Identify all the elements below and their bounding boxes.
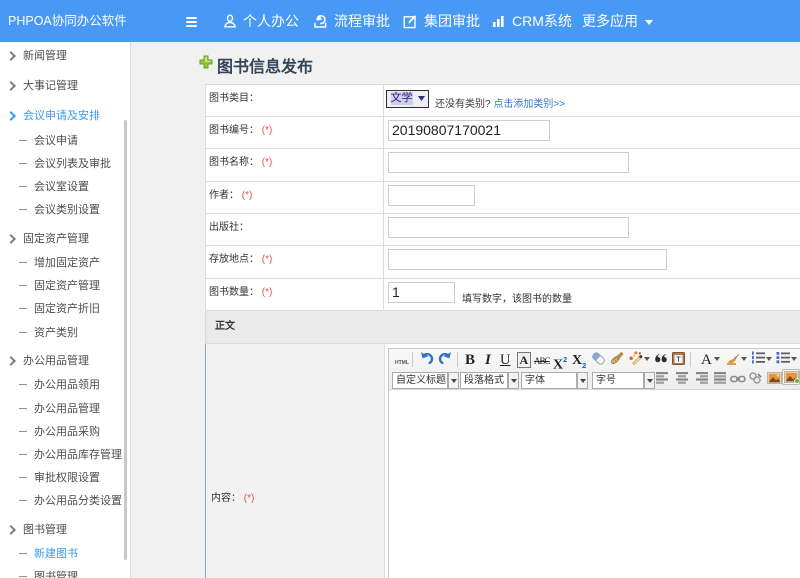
svg-text:T: T	[676, 357, 681, 364]
